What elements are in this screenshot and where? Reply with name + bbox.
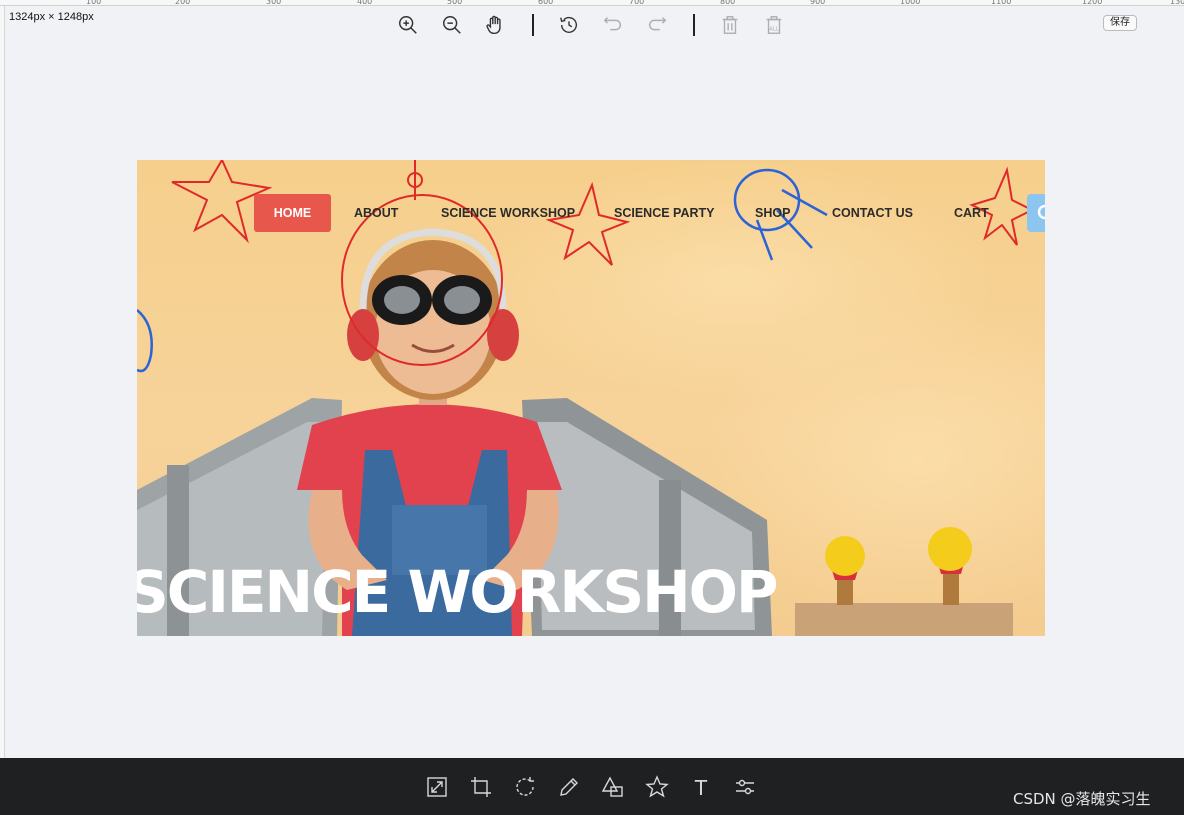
text-tool-glyph: T — [694, 776, 708, 799]
shape-icon[interactable] — [601, 775, 625, 799]
pencil-icon[interactable] — [557, 775, 581, 799]
toolbar-divider — [532, 14, 535, 36]
ruler-tick: 100 — [86, 0, 102, 6]
zoom-out-icon[interactable] — [439, 12, 465, 38]
filter-icon[interactable] — [733, 775, 757, 799]
rotate-icon[interactable] — [513, 775, 537, 799]
watermark: CSDN @落魄实习生 — [1013, 790, 1151, 808]
nav-about[interactable]: ABOUT — [354, 194, 398, 232]
ruler-tick: 130 — [1170, 0, 1184, 6]
nav-search-button[interactable] — [1027, 194, 1045, 232]
redo-icon[interactable] — [644, 12, 670, 38]
site-nav: HOME ABOUT SCIENCE WORKSHOP SCIENCE PART… — [137, 194, 1045, 232]
bottom-toolbar: T CSDN @落魄实习生 — [0, 758, 1184, 815]
ruler-tick: 800 — [720, 0, 736, 6]
ruler-tick: 700 — [629, 0, 645, 6]
nav-contact-us[interactable]: CONTACT US — [832, 194, 913, 232]
nav-science-workshop[interactable]: SCIENCE WORKSHOP — [441, 194, 575, 232]
ruler-tick: 900 — [810, 0, 826, 6]
ruler-tick: 1000 — [900, 0, 921, 6]
toolbar-divider — [693, 14, 696, 36]
ruler-tick: 400 — [357, 0, 373, 6]
zoom-in-icon[interactable] — [395, 12, 421, 38]
save-button[interactable]: 保存 — [1103, 15, 1137, 31]
delete-icon[interactable] — [717, 12, 743, 38]
star-icon[interactable] — [645, 775, 669, 799]
search-icon — [1037, 204, 1045, 220]
ruler-tick: 300 — [266, 0, 282, 6]
text-icon[interactable]: T — [689, 775, 713, 800]
top-ruler: 100 200 300 400 500 600 700 800 900 1000… — [0, 0, 1184, 6]
hand-icon[interactable] — [483, 12, 509, 38]
history-icon[interactable] — [556, 12, 582, 38]
ruler-tick: 600 — [538, 0, 554, 6]
ruler-tick: 1100 — [991, 0, 1012, 6]
delete-all-icon[interactable]: ALL — [761, 12, 787, 38]
undo-icon[interactable] — [600, 12, 626, 38]
image-canvas[interactable]: HOME ABOUT SCIENCE WORKSHOP SCIENCE PART… — [137, 160, 1045, 636]
ruler-tick: 500 — [447, 0, 463, 6]
delete-all-label: ALL — [769, 27, 780, 33]
crop-icon[interactable] — [469, 775, 493, 799]
nav-shop[interactable]: SHOP — [755, 194, 790, 232]
canvas-size-label: 1324px × 1248px — [9, 11, 94, 23]
nav-science-party[interactable]: SCIENCE PARTY — [614, 194, 714, 232]
ruler-tick: 1200 — [1082, 0, 1103, 6]
resize-icon[interactable] — [425, 775, 449, 799]
nav-cart[interactable]: CART — [954, 194, 989, 232]
left-ruler — [0, 6, 5, 758]
ruler-tick: 200 — [175, 0, 191, 6]
hero-title: SCIENCE WORKSHOP — [137, 558, 778, 626]
top-toolbar: ALL — [395, 8, 805, 42]
nav-home[interactable]: HOME — [254, 194, 331, 232]
